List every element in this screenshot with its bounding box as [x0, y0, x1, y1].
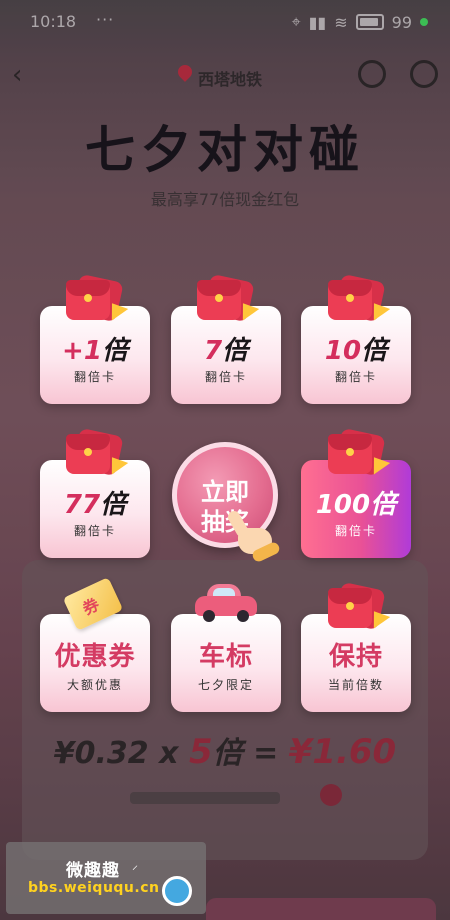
- formula-times: x: [159, 736, 179, 771]
- prize-label: 翻倍卡: [73, 524, 116, 538]
- prize-multiplier: 77倍: [63, 490, 127, 520]
- sparkle-icon: ⸝: [132, 858, 139, 872]
- red-envelope-icon: [197, 273, 260, 323]
- formula-multiplier: 5: [188, 732, 213, 772]
- prize-label: 当前倍数: [327, 678, 384, 692]
- prize-card-77x[interactable]: 77倍 翻倍卡: [40, 460, 150, 558]
- red-envelope-icon: [328, 273, 391, 323]
- prize-label: 七夕限定: [197, 678, 254, 692]
- formula-equals: =: [253, 736, 279, 771]
- prize-card-coupon[interactable]: 优惠券 大额优惠: [40, 614, 150, 712]
- prize-card-car-badge[interactable]: 车标 七夕限定: [171, 614, 281, 712]
- prize-multiplier: 100倍: [315, 490, 397, 520]
- prize-card-1x[interactable]: +1倍 翻倍卡: [40, 306, 150, 404]
- red-envelope-icon: [328, 581, 391, 631]
- prize-card-keep[interactable]: 保持 当前倍数: [301, 614, 411, 712]
- red-envelope-icon: [66, 273, 129, 323]
- formula-base: ¥0.32: [53, 736, 149, 771]
- prize-title: 车标: [198, 642, 253, 672]
- prize-label: 翻倍卡: [73, 370, 116, 384]
- prize-card-10x[interactable]: 10倍 翻倍卡: [301, 306, 411, 404]
- red-envelope-icon: [66, 427, 129, 477]
- prize-multiplier: 7倍: [203, 336, 249, 366]
- prize-title: 保持: [328, 642, 383, 672]
- red-envelope-icon: [328, 427, 391, 477]
- prize-label: 大额优惠: [66, 678, 123, 692]
- formula-unit: 倍: [212, 736, 243, 771]
- prize-card-7x[interactable]: 7倍 翻倍卡: [171, 306, 281, 404]
- mascot-icon: [162, 876, 192, 906]
- prize-card-100x-highlighted[interactable]: 100倍 翻倍卡: [301, 460, 411, 558]
- info-icon[interactable]: [320, 784, 342, 806]
- bottom-action-bar[interactable]: [206, 898, 436, 920]
- prize-label: 翻倍卡: [334, 370, 377, 384]
- pointing-hand-icon: [225, 508, 282, 564]
- car-icon: [195, 584, 257, 622]
- prize-label: 翻倍卡: [334, 524, 377, 538]
- hint-text-placeholder: [130, 792, 280, 804]
- prize-label: 翻倍卡: [204, 370, 247, 384]
- prize-title: 优惠券: [54, 642, 136, 672]
- prize-multiplier: 10倍: [324, 336, 388, 366]
- formula-result: ¥1.60: [288, 732, 397, 772]
- watermark-title: 微趣趣: [66, 861, 120, 881]
- prize-multiplier: +1倍: [62, 336, 128, 366]
- reward-formula: ¥0.32 x 5倍 = ¥1.60: [0, 728, 450, 772]
- watermark: 微趣趣 ⸝ bbs.weiququ.cn: [6, 842, 206, 914]
- watermark-url: bbs.weiququ.cn: [28, 880, 160, 896]
